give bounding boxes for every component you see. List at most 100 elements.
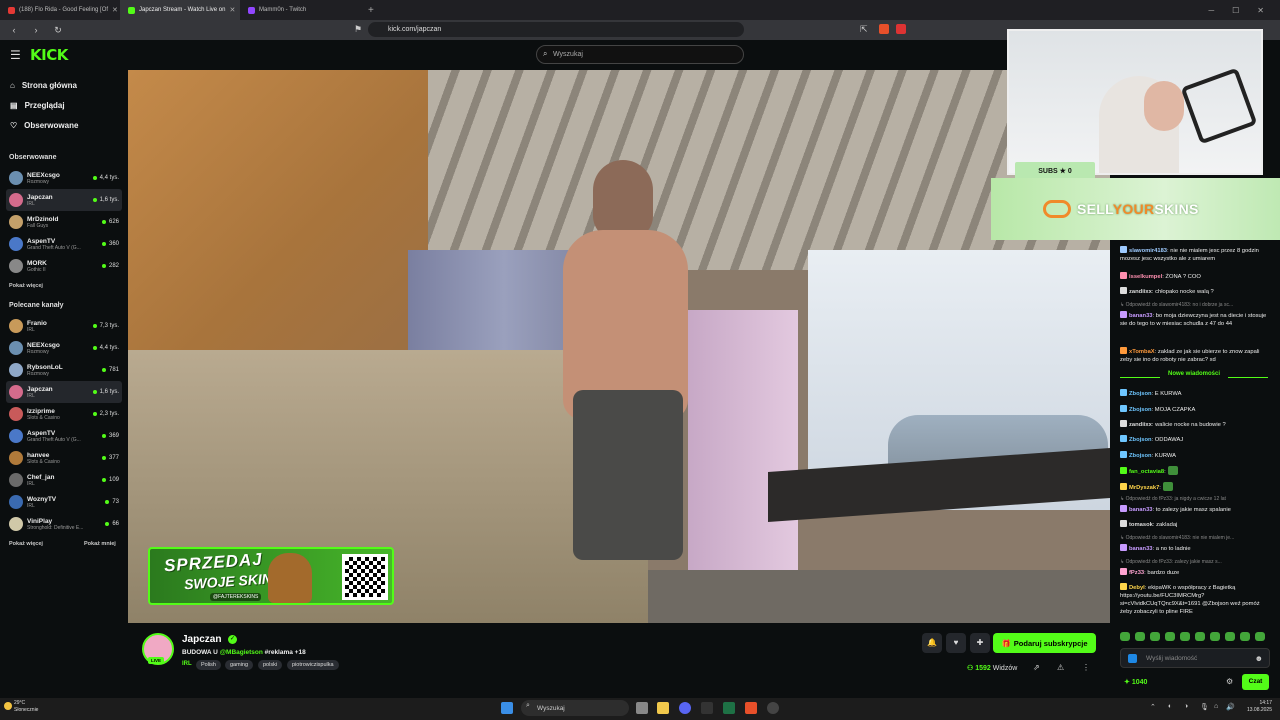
chat-username[interactable]: Zbojson [1129,437,1152,443]
chat-username[interactable]: tomasok [1129,522,1153,528]
nav-following[interactable]: ♡ Obserwowane [10,121,78,130]
chat-username[interactable]: fan_octavia8 [1129,469,1164,475]
streamer-name[interactable]: Japczan [182,634,221,645]
sidebar-channel[interactable]: AspenTV Grand Theft Auto V (G... 369 [6,425,122,447]
back-icon[interactable]: ‹ [8,25,20,35]
sidebar-channel[interactable]: AspenTV Grand Theft Auto V (G... 360 [6,233,122,255]
sidebar-channel[interactable]: hanvee Slots & Casino 377 [6,447,122,469]
sidebar-channel[interactable]: Japczan IRL 1,6 tys. [6,189,122,211]
report-icon[interactable]: ⚠ [1057,663,1064,672]
emote-icon[interactable] [1195,632,1205,641]
sidebar-channel[interactable]: RybsonLoL Rozmowy 781 [6,359,122,381]
emote-icon[interactable] [1135,632,1145,641]
sidebar-channel[interactable]: Japczan IRL 1,6 tys. [6,381,122,403]
volume-icon[interactable]: 🔊 [1226,703,1235,711]
search-input[interactable]: ⌕ Wyszukaj [536,45,744,64]
network-icon[interactable]: ⌂ [1214,703,1218,710]
menu-icon[interactable]: ☰ [10,48,21,62]
emote-icon[interactable] [1255,632,1265,641]
chat-username[interactable]: zandiixx [1129,289,1152,295]
follow-heart-button[interactable]: ♥ [946,633,966,653]
browser-tab[interactable]: (188) Flo Rida - Good Feeling [Of ✕ [0,0,120,20]
browser-tab[interactable]: Mamm0n - Twitch [240,0,360,20]
nav-home[interactable]: ⌂ Strona główna [10,81,77,90]
channel-points[interactable]: ✦ 1040 [1124,678,1147,686]
share-icon[interactable]: ⇱ [860,24,868,35]
chat-input[interactable]: Wyślij wiadomość ☻ [1120,648,1270,668]
new-messages-divider[interactable]: Nowe wiadomości [1116,371,1272,383]
emote-icon[interactable] [1120,632,1130,641]
tag[interactable]: polski [258,660,283,670]
emoji-icon[interactable]: ☻ [1255,654,1263,663]
emote-icon[interactable] [1165,632,1175,641]
chat-username[interactable]: banan33 [1129,507,1153,513]
sidebar-channel[interactable]: Franio IRL 7,3 tys. [6,315,122,337]
discord-icon[interactable] [679,702,691,714]
sidebar-channel[interactable]: MrDzinold Fall Guys 626 [6,211,122,233]
obs-icon[interactable] [767,702,779,714]
close-tab-icon[interactable]: ✕ [229,6,235,14]
weather-widget[interactable]: 29°C Słonecznie [4,700,38,714]
clock[interactable]: 14:17 13.08.2025 [1238,700,1272,714]
chat-username[interactable]: Zbojson [1129,391,1152,397]
browser-tab-active[interactable]: Japczan Stream - Watch Live on ✕ [120,0,240,20]
maximize-icon[interactable]: ☐ [1232,6,1239,15]
windows-start-icon[interactable] [501,702,513,714]
tray-app-icon[interactable]: ◑ [1184,703,1188,710]
share-icon[interactable]: ⇗ [1033,663,1040,672]
gift-icon[interactable]: ✚ [970,633,990,653]
sidebar-channel[interactable]: WoznyTV IRL 73 [6,491,122,513]
kick-logo[interactable]: KICK [30,46,68,64]
extension-icon[interactable] [896,24,906,34]
tag[interactable]: gaming [225,660,254,670]
chat-username[interactable]: slawomir4183 [1129,248,1167,254]
chat-username[interactable]: fPz33 [1129,570,1144,576]
close-tab-icon[interactable]: ✕ [112,6,118,14]
chat-username[interactable]: MrDyszak7 [1129,485,1159,491]
chat-username[interactable]: xTombaX [1129,349,1155,355]
more-icon[interactable]: ⋮ [1082,663,1090,672]
tray-chevron-icon[interactable]: ⌃ [1150,703,1156,711]
send-chat-button[interactable]: Czat [1242,674,1269,690]
sidebar-channel[interactable]: NEEXcsgo Rozmowy 4,4 tys. [6,167,122,189]
tag[interactable]: Polish [196,660,221,670]
bookmark-icon[interactable]: ⚑ [354,24,362,35]
microphone-icon[interactable]: 🎙 [1200,703,1209,711]
gift-subscription-button[interactable]: 🎁 Podaruj subskrypcje [993,633,1096,653]
emote-icon[interactable] [1150,632,1160,641]
sidebar-channel[interactable]: Izziprime Slots & Casino 2,3 tys. [6,403,122,425]
tag[interactable]: piotrowiczispulka [287,660,339,670]
chat-username[interactable]: banan33 [1129,546,1153,552]
close-window-icon[interactable]: ✕ [1257,6,1264,15]
sidebar-channel[interactable]: Chef_jan IRL 109 [6,469,122,491]
notification-bell-button[interactable]: 🔔 [922,633,942,653]
chat-username[interactable]: isselkumpel [1129,274,1162,280]
tray-app-icon[interactable]: ◐ [1168,703,1172,710]
video-player[interactable] [128,70,1110,623]
task-view-icon[interactable] [636,702,648,714]
chat-username[interactable]: Zbojson [1129,407,1152,413]
excel-icon[interactable] [723,702,735,714]
brave-shield-icon[interactable] [879,24,889,34]
chat-username[interactable]: banan33 [1129,313,1153,319]
stream-category[interactable]: IRL [182,661,192,667]
terminal-icon[interactable] [701,702,713,714]
gear-icon[interactable]: ⚙ [1226,677,1233,686]
new-tab-button[interactable]: + [360,5,382,16]
minimize-icon[interactable]: ─ [1208,6,1214,15]
sidebar-channel[interactable]: ViniPlay Stronghold: Definitive E... 66 [6,513,122,535]
url-field[interactable]: kick.com/japczan [368,22,744,37]
chat-username[interactable]: Zbojson [1129,453,1152,459]
show-less-button[interactable]: Pokaż mniej [84,541,116,547]
nav-browse[interactable]: ▤ Przeglądaj [10,101,65,110]
brave-icon[interactable] [745,702,757,714]
file-explorer-icon[interactable] [657,702,669,714]
reload-icon[interactable]: ↻ [52,25,64,36]
taskbar-search[interactable]: ⌕ Wyszukaj [521,700,629,716]
show-more-button[interactable]: Pokaż więcej [9,283,43,289]
emote-icon[interactable] [1210,632,1220,641]
emote-icon[interactable] [1225,632,1235,641]
sidebar-channel[interactable]: MORK Gothic II 282 [6,255,122,277]
chat-username[interactable]: zandiixx [1129,422,1152,428]
sidebar-channel[interactable]: NEEXcsgo Rozmowy 4,4 tys. [6,337,122,359]
